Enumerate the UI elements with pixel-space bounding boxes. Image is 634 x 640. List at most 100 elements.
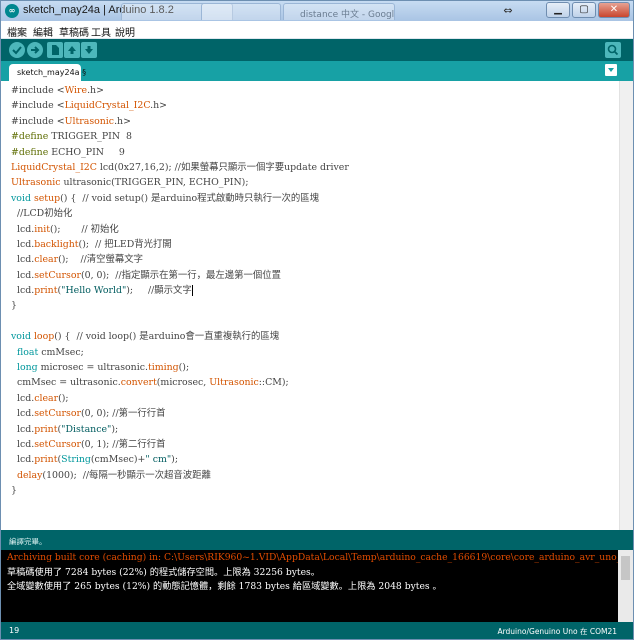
code-line: float cmMsec; — [11, 345, 615, 360]
code-token: (); // 初始化 — [50, 223, 119, 235]
code-line: lcd.backlight(); // 把LED背光打開 — [11, 237, 615, 252]
code-line: lcd.setCursor(0, 1); //第二行行首 — [11, 437, 615, 452]
code-token: () { // void setup() 是arduino程式啟動時只執行一次的… — [60, 192, 320, 204]
serial-monitor-button[interactable] — [605, 42, 621, 58]
code-token: //LCD初始化 — [11, 208, 73, 220]
code-token: Ultrasonic — [64, 115, 115, 127]
open-icon — [68, 46, 76, 54]
code-token: cmMsec; — [38, 346, 84, 358]
code-token: clear — [34, 254, 59, 266]
code-token: LiquidCrystal_I2C — [11, 161, 97, 173]
code-text[interactable]: #include <Wire.h> #include <LiquidCrystal… — [11, 83, 615, 499]
code-token: #define — [11, 131, 49, 143]
console-line: 全域變數使用了 265 bytes (12%) 的動態記憶體，剩餘 1783 b… — [7, 581, 442, 593]
code-token: lcd. — [11, 285, 35, 297]
code-token: .h> — [87, 85, 104, 96]
console-scrollbar-thumb[interactable] — [621, 556, 630, 580]
code-token: clear — [34, 392, 59, 404]
code-token: timing — [147, 362, 179, 374]
code-line: void setup() { // void setup() 是arduino程… — [11, 191, 615, 206]
console-output[interactable]: Archiving built core (caching) in: C:\Us… — [1, 550, 633, 622]
line-number: 19 — [9, 626, 20, 635]
code-token: init — [34, 223, 51, 235]
menu-file[interactable]: 檔案 — [7, 24, 27, 39]
editor-scrollbar[interactable] — [619, 81, 633, 530]
background-window-tab[interactable]: distance 中文 - Google — [283, 3, 395, 20]
code-token: lcd. — [11, 269, 35, 281]
menu-sketch[interactable]: 草稿碼 — [59, 24, 89, 39]
code-token: (microsec, — [156, 377, 210, 389]
open-button[interactable] — [64, 42, 80, 58]
code-token: (1000); //每隔一秒顯示一次超音波距離 — [42, 469, 211, 481]
code-token: backlight — [34, 238, 79, 250]
toolbar — [1, 39, 633, 61]
code-line: Ultrasonic ultrasonic(TRIGGER_PIN, ECHO_… — [11, 175, 615, 190]
new-icon — [52, 45, 59, 55]
code-token: TRIGGER_PIN 8 — [48, 131, 132, 143]
code-token: .h> — [150, 100, 168, 112]
maximize-button[interactable]: ▢ — [572, 2, 596, 18]
arduino-logo-icon: ∞ — [5, 4, 19, 18]
menu-tools[interactable]: 工具 — [91, 24, 111, 39]
code-token: lcd. — [11, 438, 35, 450]
save-button[interactable] — [81, 42, 97, 58]
verify-button[interactable] — [9, 42, 25, 58]
code-token: lcd. — [11, 223, 35, 235]
code-line: lcd.print(String(cmMsec)+" cm"); — [11, 452, 615, 467]
code-token: long — [16, 362, 38, 374]
code-token: cmMsec = ultrasonic. — [11, 377, 121, 389]
code-token: Ultrasonic — [11, 177, 61, 189]
background-window-tab[interactable] — [201, 3, 281, 20]
code-line: void loop() { // void loop() 是arduino會一直… — [11, 329, 615, 344]
console-header: 編譯完畢。 — [1, 530, 633, 550]
upload-button[interactable] — [27, 42, 43, 58]
save-icon — [85, 46, 93, 54]
code-token: (0, 0); //第一行行首 — [80, 408, 166, 420]
code-line: lcd.setCursor(0, 0); //指定顯示在第一行，最左邊第一個位置 — [11, 268, 615, 283]
code-token: (); // 把LED背光打開 — [78, 238, 172, 250]
minimize-button[interactable]: ▁ — [546, 2, 570, 18]
code-token: } — [11, 485, 17, 497]
code-line: lcd.clear(); — [11, 391, 615, 406]
code-line: lcd.init(); // 初始化 — [11, 222, 615, 237]
code-token: (cmMsec)+ — [90, 454, 146, 466]
code-token: String — [61, 454, 91, 466]
code-token: ); — [171, 454, 178, 466]
code-token: setCursor — [34, 269, 81, 281]
close-button[interactable]: ✕ — [598, 2, 630, 18]
menu-help[interactable]: 說明 — [115, 24, 135, 39]
status-bar: 19 Arduino/Genuino Uno 在 COM21 — [1, 622, 633, 639]
new-button[interactable] — [47, 42, 63, 58]
code-editor[interactable]: #include <Wire.h> #include <LiquidCrystal… — [1, 81, 633, 530]
upload-icon — [31, 46, 40, 54]
code-token: #include < — [11, 100, 65, 112]
tab-menu-dropdown-icon[interactable] — [605, 64, 617, 76]
title-bar[interactable]: ∞ sketch_may24a | Arduino 1.8.2 distance… — [1, 1, 633, 21]
resize-arrows-icon[interactable]: ⇔ — [498, 4, 518, 18]
code-token: loop — [33, 331, 55, 343]
code-token: (); — [178, 362, 190, 374]
sketch-tab[interactable]: sketch_may24a § — [9, 64, 86, 81]
code-line: LiquidCrystal_I2C lcd(0x27,16,2); //如果螢幕… — [11, 160, 615, 175]
code-token: "Distance" — [61, 423, 112, 435]
console-scrollbar[interactable] — [618, 550, 633, 622]
code-line: } — [11, 298, 615, 313]
code-token: ECHO_PIN 9 — [48, 146, 125, 158]
console-line: 草稿碼使用了 7284 bytes (22%) 的程式儲存空間。上限為 3225… — [7, 566, 320, 578]
code-token: print — [34, 423, 58, 435]
code-line: #define ECHO_PIN 9 — [11, 145, 615, 160]
console-line: Archiving built core (caching) in: C:\Us… — [7, 552, 622, 563]
code-token: print — [34, 454, 58, 466]
code-line: lcd.print("Hello World"); //顯示文字 — [11, 283, 615, 298]
code-token: ); — [111, 423, 119, 435]
code-token: } — [11, 300, 17, 312]
serial-monitor-icon — [607, 44, 619, 56]
code-token: setCursor — [34, 408, 81, 420]
code-line: #include <LiquidCrystal_I2C.h> — [11, 98, 615, 113]
code-token: lcd(0x27,16,2); //如果螢幕只顯示一個字要update driv… — [96, 161, 349, 173]
code-token: convert — [120, 377, 157, 389]
code-token: void — [11, 192, 31, 204]
menu-edit[interactable]: 編輯 — [33, 24, 53, 39]
arduino-window: ∞ sketch_may24a | Arduino 1.8.2 distance… — [0, 0, 634, 640]
